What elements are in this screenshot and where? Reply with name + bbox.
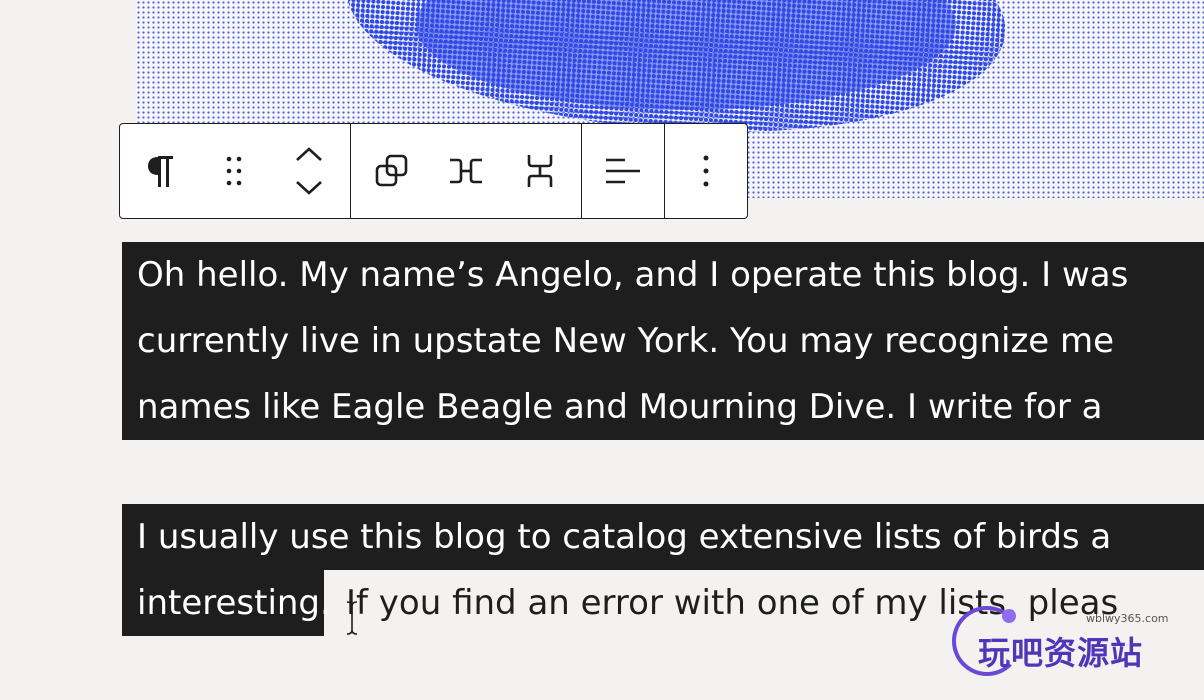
duplicate-icon [375, 154, 408, 187]
block-type-button[interactable] [124, 125, 198, 217]
text-line: Oh hello. My name’s Angelo, and I operat… [122, 242, 1204, 308]
drag-handle-button[interactable] [198, 125, 272, 217]
block-toolbar [119, 123, 748, 219]
justify-button[interactable] [429, 125, 503, 217]
watermark-dot [1002, 609, 1016, 623]
text-line: names like Eagle Beagle and Mourning Div… [122, 374, 1204, 440]
move-up-down-icon [296, 147, 322, 195]
selected-text: interesting. [122, 570, 331, 636]
stack-button[interactable] [503, 125, 577, 217]
text-cursor-icon [346, 601, 358, 635]
watermark-text: 玩吧资源站 [978, 634, 1144, 672]
toolbar-group-more [665, 124, 747, 218]
align-left-icon [606, 158, 640, 184]
drag-handle-icon [226, 156, 242, 186]
align-button[interactable] [586, 125, 660, 217]
more-options-icon [703, 155, 709, 187]
toolbar-group-align [582, 124, 665, 218]
watermark: wblwy365.com 玩吧资源站 [952, 606, 1192, 676]
stack-icon [527, 155, 553, 187]
text-line: currently live in upstate New York. You … [122, 308, 1204, 374]
move-up-down-button[interactable] [272, 125, 346, 217]
options-button[interactable] [669, 125, 743, 217]
duplicate-button[interactable] [355, 125, 429, 217]
justify-space-between-icon [450, 158, 482, 184]
toolbar-group-transform [351, 124, 582, 218]
watermark-url: wblwy365.com [1086, 612, 1169, 625]
editor-canvas: Oh hello. My name’s Angelo, and I operat… [0, 0, 1204, 700]
paragraph-block-1[interactable]: Oh hello. My name’s Angelo, and I operat… [122, 242, 1204, 440]
toolbar-group-block [120, 124, 351, 218]
paragraph-icon [148, 156, 173, 187]
text-line: I usually use this blog to catalog exten… [122, 504, 1204, 570]
